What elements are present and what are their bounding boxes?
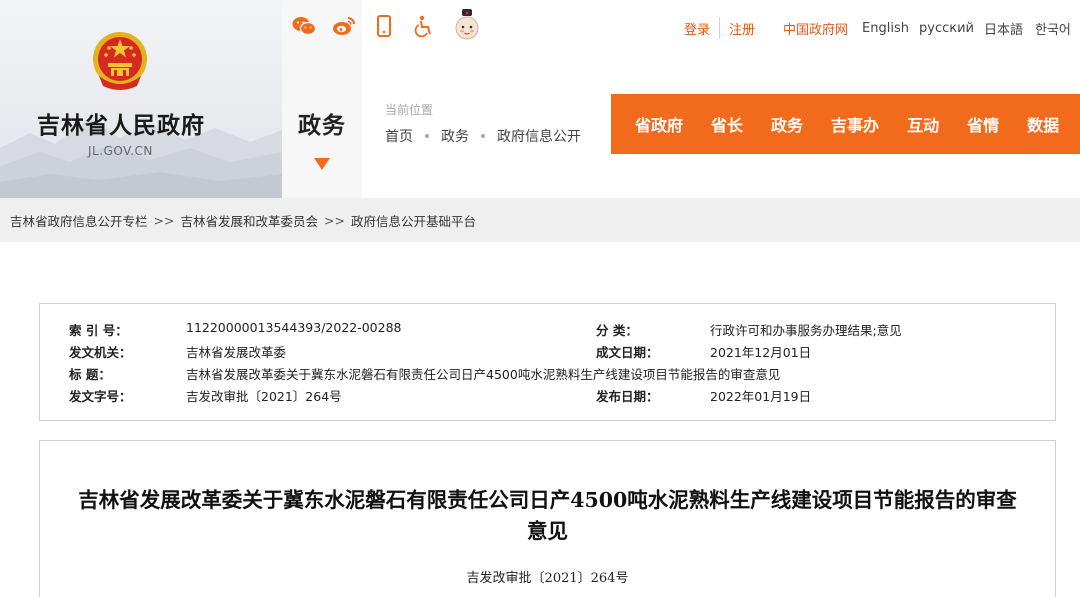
title-label: 标 题： xyxy=(69,367,111,382)
nav-item-governor[interactable]: 省长 xyxy=(711,112,743,136)
crumb-info-column[interactable]: 吉林省政府信息公开专栏 xyxy=(10,211,148,230)
english-link[interactable]: English xyxy=(862,21,909,36)
site-header: 吉林省人民政府 JL.GOV.CN 政务 登录 注册 中国政府网 English… xyxy=(0,0,1080,198)
russian-link[interactable]: русский xyxy=(919,21,974,36)
divider xyxy=(719,17,721,39)
breadcrumb-affairs[interactable]: 政务 xyxy=(441,126,469,146)
wechat-icon[interactable] xyxy=(292,14,316,38)
created-date-label: 成文日期： xyxy=(596,345,659,360)
site-name[interactable]: 吉林省人民政府 xyxy=(37,106,205,140)
national-emblem-icon xyxy=(93,32,147,90)
nav-item-affairs[interactable]: 政务 xyxy=(771,112,803,136)
category-value: 行政许可和办事服务办理结果;意见 xyxy=(710,323,902,338)
published-date-label: 发布日期： xyxy=(596,389,659,404)
issuer-label: 发文机关： xyxy=(69,345,132,360)
logo-panel: 吉林省人民政府 JL.GOV.CN xyxy=(0,0,282,198)
column-breadcrumb: 吉林省政府信息公开专栏 >> 吉林省发展和改革委员会 >> 政府信息公开基础平台 xyxy=(0,198,1080,242)
crumb-drc[interactable]: 吉林省发展和改革委员会 xyxy=(180,211,318,230)
section-arrow-icon xyxy=(314,158,330,170)
section-title: 政务 xyxy=(298,113,346,139)
accessibility-icon[interactable] xyxy=(412,14,436,38)
nav-item-data[interactable]: 数据 xyxy=(1027,112,1059,136)
doc-number-value: 吉发改审批〔2021〕264号 xyxy=(186,389,342,404)
nav-item-interaction[interactable]: 互动 xyxy=(907,112,939,136)
korean-link[interactable]: 한국어 xyxy=(1035,19,1071,38)
breadcrumb-home[interactable]: 首页 xyxy=(385,126,413,146)
weibo-icon[interactable] xyxy=(332,14,356,38)
china-gov-link[interactable]: 中国政府网 xyxy=(783,19,848,38)
nav-item-provincial-gov[interactable]: 省政府 xyxy=(635,112,683,136)
breadcrumb-dot xyxy=(481,134,485,138)
login-link[interactable]: 登录 xyxy=(684,19,710,38)
created-date-value: 2021年12月01日 xyxy=(710,345,812,360)
article-doc-number: 吉发改审批〔2021〕264号 xyxy=(466,571,629,586)
meta-row: 标 题： 吉林省发展改革委关于冀东水泥磐石有限责任公司日产4500吨水泥熟料生产… xyxy=(40,364,1055,386)
doc-number-label: 发文字号： xyxy=(69,389,132,404)
crumb-platform[interactable]: 政府信息公开基础平台 xyxy=(351,211,476,230)
category-label: 分 类： xyxy=(596,323,638,338)
issuer-value: 吉林省发展改革委 xyxy=(186,345,287,360)
meta-row: 发文机关： 吉林省发展改革委 成文日期： 2021年12月01日 xyxy=(40,342,1055,364)
meta-row: 索 引 号： 11220000013544393/2022-00288 分 类：… xyxy=(40,320,1055,342)
mobile-icon[interactable] xyxy=(372,14,396,38)
article-title: 吉林省发展改革委关于冀东水泥磐石有限责任公司日产4500吨水泥熟料生产线建设项目… xyxy=(78,488,1017,543)
meta-row: 发文字号： 吉发改审批〔2021〕264号 发布日期： 2022年01月19日 xyxy=(40,386,1055,408)
published-date-value: 2022年01月19日 xyxy=(710,389,812,404)
document-metadata: 索 引 号： 11220000013544393/2022-00288 分 类：… xyxy=(39,303,1056,421)
index-value: 11220000013544393/2022-00288 xyxy=(186,320,402,335)
title-value: 吉林省发展改革委关于冀东水泥磐石有限责任公司日产4500吨水泥熟料生产线建设项目… xyxy=(186,367,781,382)
breadcrumb-dot xyxy=(425,134,429,138)
breadcrumb-info-disclosure[interactable]: 政府信息公开 xyxy=(497,126,581,146)
main-nav: 省政府 省长 政务 吉事办 互动 省情 数据 xyxy=(611,94,1080,154)
register-link[interactable]: 注册 xyxy=(729,19,755,38)
crumb-separator: >> xyxy=(153,212,175,228)
top-links: 登录 注册 中国政府网 English русский 日本語 한국어 xyxy=(684,17,1071,39)
crumb-separator: >> xyxy=(323,212,345,228)
nav-item-province-info[interactable]: 省情 xyxy=(967,112,999,136)
japanese-link[interactable]: 日本語 xyxy=(984,19,1023,38)
site-domain: JL.GOV.CN xyxy=(88,144,153,158)
breadcrumb: 首页 政务 政府信息公开 xyxy=(385,126,581,146)
mascot-icon[interactable] xyxy=(454,9,480,43)
nav-item-services[interactable]: 吉事办 xyxy=(831,112,879,136)
utility-icons xyxy=(292,9,480,43)
article-content: 吉林省发展改革委关于冀东水泥磐石有限责任公司日产4500吨水泥熟料生产线建设项目… xyxy=(39,440,1056,597)
index-label: 索 引 号： xyxy=(69,323,128,338)
location-label: 当前位置 xyxy=(385,103,434,117)
